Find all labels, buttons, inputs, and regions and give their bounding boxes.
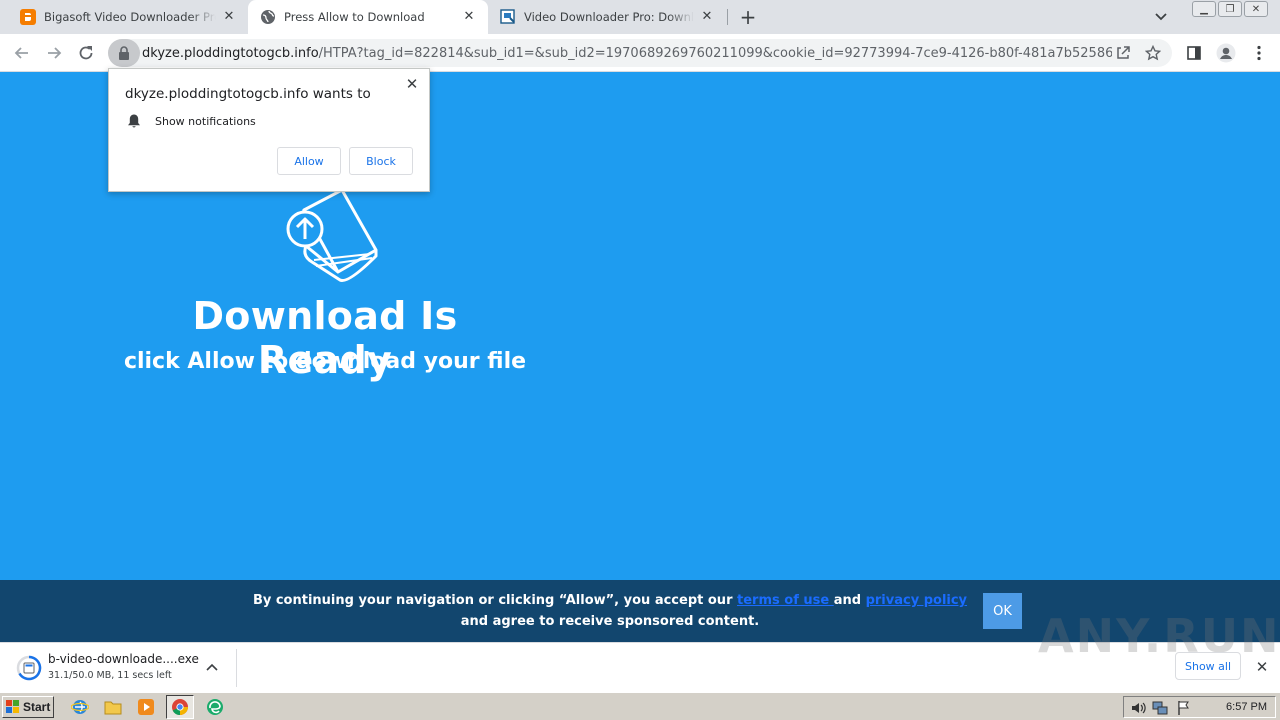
volume-icon[interactable] [1130, 700, 1146, 716]
arrow-left-icon [14, 47, 28, 59]
chrome-taskbar-icon[interactable] [166, 695, 194, 719]
tab-press-allow[interactable]: Press Allow to Download ✕ [248, 0, 488, 34]
block-button[interactable]: Block [349, 147, 413, 175]
globe-icon [260, 9, 276, 25]
anyrun-watermark: ANY.RUN [1038, 609, 1280, 663]
page-subtitle: click Allow to download your file [123, 349, 527, 374]
bell-icon [128, 114, 140, 128]
close-tab-icon[interactable]: ✕ [220, 8, 238, 26]
close-shelf-icon[interactable]: ✕ [1252, 657, 1272, 677]
arrow-right-icon [48, 47, 62, 59]
new-tab-button[interactable]: + [737, 7, 759, 29]
url-path: /HTPA?tag_id=822814&sub_id1=&sub_id2=197… [318, 45, 1112, 61]
menu-kebab-icon[interactable] [1248, 42, 1270, 64]
back-button[interactable] [10, 41, 34, 65]
system-tray: 6:57 PM [1123, 696, 1276, 718]
tab-video-downloader[interactable]: Video Downloader Pro: Download and ✕ [488, 0, 726, 34]
consent-text-part: and agree to receive sponsored content. [460, 614, 760, 629]
tab-strip: Bigasoft Video Downloader Pro Serial ✕ P… [0, 0, 1280, 34]
internet-explorer-icon[interactable] [70, 697, 90, 717]
url-host: dkyze.ploddingtotogcb.info [142, 45, 319, 61]
edge-icon[interactable] [205, 697, 225, 717]
consent-text-part: By continuing your navigation or clickin… [252, 593, 738, 608]
tab-title: Video Downloader Pro: Download and [524, 10, 694, 24]
profile-avatar-icon[interactable] [1215, 42, 1237, 64]
close-tab-icon[interactable]: ✕ [460, 8, 478, 26]
close-tab-icon[interactable]: ✕ [698, 8, 716, 26]
video-downloader-icon [500, 9, 516, 25]
url-text[interactable]: dkyze.ploddingtotogcb.info/HTPA?tag_id=8… [140, 46, 1112, 61]
consent-text: By continuing your navigation or clickin… [250, 590, 970, 632]
shelf-divider [236, 649, 237, 687]
address-bar[interactable]: dkyze.ploddingtotogcb.info/HTPA?tag_id=8… [108, 39, 1172, 67]
action-center-flag-icon[interactable] [1176, 700, 1192, 716]
reload-icon [79, 46, 93, 60]
start-button[interactable]: Start [2, 696, 54, 718]
star-icon[interactable] [1142, 42, 1164, 64]
file-explorer-icon[interactable] [103, 697, 123, 717]
start-label: Start [23, 700, 51, 714]
tab-search-chevron-icon[interactable] [1151, 8, 1171, 26]
notification-permission-prompt: dkyze.ploddingtotogcb.info wants to ✕ Sh… [108, 68, 430, 192]
lock-icon [119, 46, 129, 60]
terms-of-use-link[interactable]: terms of use [737, 593, 834, 608]
tab-separator [727, 9, 728, 25]
minimize-button[interactable]: ▁ [1192, 1, 1216, 17]
site-info-button[interactable] [108, 39, 140, 67]
privacy-policy-link[interactable]: privacy policy [866, 593, 967, 608]
prompt-permission-row: Show notifications [127, 113, 256, 129]
forward-button[interactable] [42, 41, 66, 65]
blogger-icon [20, 9, 36, 25]
media-player-icon[interactable] [136, 697, 156, 717]
allow-button[interactable]: Allow [277, 147, 341, 175]
reload-button[interactable] [74, 41, 98, 65]
window-controls: ▁ ❐ ✕ [1190, 1, 1268, 17]
windows-taskbar: Start 6:57 PM [0, 692, 1280, 720]
windows-logo-icon [6, 700, 19, 713]
book-download-icon [286, 190, 378, 282]
show-all-downloads-button[interactable]: Show all [1175, 652, 1241, 680]
tab-title: Press Allow to Download [284, 10, 425, 24]
close-window-button[interactable]: ✕ [1244, 1, 1268, 17]
share-icon[interactable] [1112, 42, 1134, 64]
consent-text-part: and [833, 593, 866, 608]
download-progress-icon [16, 655, 42, 681]
chevron-up-icon[interactable] [203, 658, 221, 676]
consent-ok-button[interactable]: OK [983, 593, 1022, 629]
tab-bigasoft[interactable]: Bigasoft Video Downloader Pro Serial ✕ [8, 0, 248, 34]
close-prompt-icon[interactable]: ✕ [403, 75, 421, 93]
prompt-title: dkyze.ploddingtotogcb.info wants to [125, 86, 371, 102]
download-file-name[interactable]: b-video-downloade....exe [48, 652, 199, 666]
download-status: 31.1/50.0 MB, 11 secs left [48, 670, 172, 681]
browser-toolbar: dkyze.ploddingtotogcb.info/HTPA?tag_id=8… [0, 34, 1280, 72]
permission-label: Show notifications [155, 114, 256, 128]
taskbar-clock: 6:57 PM [1226, 701, 1267, 713]
tab-title: Bigasoft Video Downloader Pro Serial [44, 10, 216, 24]
restore-button[interactable]: ❐ [1218, 1, 1242, 17]
network-icon[interactable] [1152, 700, 1168, 716]
download-shelf: b-video-downloade....exe 31.1/50.0 MB, 1… [0, 609, 1280, 692]
side-panel-icon[interactable] [1183, 42, 1205, 64]
